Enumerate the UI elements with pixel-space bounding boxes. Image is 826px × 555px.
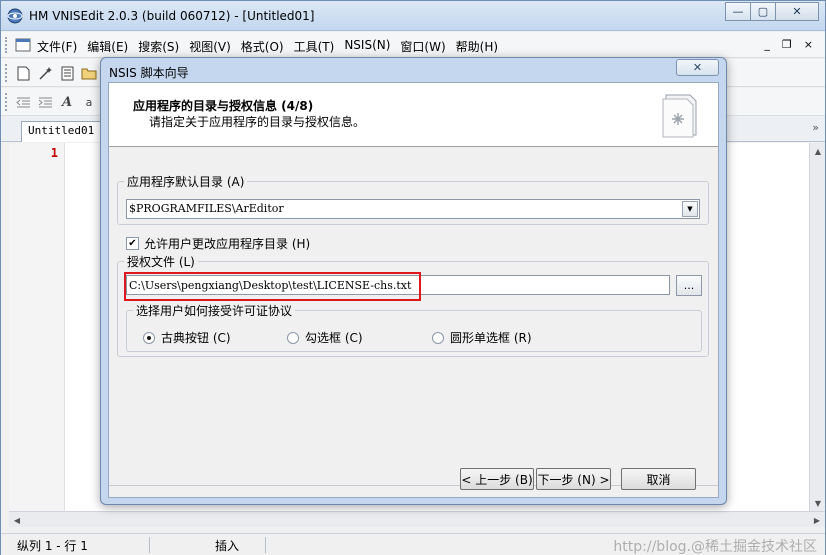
tab-scroll-button[interactable]: » bbox=[812, 121, 819, 134]
toolbar-grip[interactable] bbox=[5, 64, 8, 82]
cursor-position: 纵列 1 - 行 1 bbox=[17, 539, 88, 553]
menu-bar: 文件(F) 编辑(E) 搜索(S) 视图(V) 格式(O) 工具(T) NSIS… bbox=[1, 32, 825, 58]
install-dir-label: 应用程序默认目录 (A) bbox=[124, 173, 248, 190]
scroll-right-arrow-icon[interactable]: ▶ bbox=[809, 512, 825, 528]
watermark: http://blog.@稀土掘金技术社区 bbox=[613, 539, 817, 555]
radio-checkbox-label: 勾选框 (C) bbox=[305, 331, 363, 345]
menu-view[interactable]: 视图(V) bbox=[189, 38, 231, 55]
format-toolbar-icons: A a bbox=[15, 94, 97, 110]
horizontal-scrollbar[interactable]: ◀ ▶ bbox=[9, 511, 825, 527]
scroll-down-arrow-icon[interactable]: ▼ bbox=[810, 495, 826, 511]
back-button[interactable]: < 上一步 (B) bbox=[460, 468, 534, 490]
menu-edit[interactable]: 编辑(E) bbox=[87, 38, 128, 55]
vertical-scrollbar[interactable]: ▲ ▼ bbox=[809, 143, 825, 511]
scroll-up-arrow-icon[interactable]: ▲ bbox=[810, 143, 826, 159]
open-template-icon[interactable] bbox=[59, 65, 75, 81]
line-number: 1 bbox=[50, 146, 58, 160]
radio-classic-button-option[interactable]: 古典按钮 (C) bbox=[143, 329, 231, 346]
scroll-left-arrow-icon[interactable]: ◀ bbox=[9, 512, 25, 528]
new-file-icon[interactable] bbox=[15, 65, 31, 81]
browse-license-button[interactable]: ... bbox=[676, 275, 702, 296]
menu-file[interactable]: 文件(F) bbox=[37, 38, 77, 55]
app-icon bbox=[7, 8, 23, 24]
mdi-controls: _ ❐ × bbox=[764, 38, 813, 51]
cancel-button[interactable]: 取消 bbox=[621, 468, 696, 490]
chevron-down-icon[interactable]: ▼ bbox=[682, 201, 698, 217]
window-controls: — ▢ ✕ bbox=[725, 2, 819, 22]
menu-tools[interactable]: 工具(T) bbox=[294, 38, 335, 55]
status-bar: 纵列 1 - 行 1 插入 http://blog.@稀土掘金技术社区 bbox=[1, 533, 825, 555]
dialog-title: NSIS 脚本向导 bbox=[109, 66, 189, 80]
wizard-header: 应用程序的目录与授权信息 (4/8) 请指定关于应用程序的目录与授权信息。 bbox=[109, 83, 718, 147]
radio-classic-button[interactable] bbox=[143, 331, 155, 344]
font-icon[interactable]: A bbox=[59, 94, 75, 110]
menu-help[interactable]: 帮助(H) bbox=[456, 38, 498, 55]
menu-nsis[interactable]: NSIS(N) bbox=[344, 38, 390, 55]
outdent-icon[interactable] bbox=[15, 94, 31, 110]
open-wizard-icon[interactable] bbox=[37, 65, 53, 81]
close-button[interactable]: ✕ bbox=[775, 2, 819, 21]
radio-radio-button-label: 圆形单选框 (R) bbox=[450, 331, 532, 345]
insert-mode: 插入 bbox=[215, 539, 240, 553]
document-menu-icon[interactable] bbox=[15, 38, 31, 52]
maximize-button[interactable]: ▢ bbox=[750, 2, 776, 21]
toolbar-grip[interactable] bbox=[5, 37, 8, 53]
title-bar: HM VNISEdit 2.0.3 (build 060712) - [Unti… bbox=[1, 1, 825, 31]
license-file-label: 授权文件 (L) bbox=[124, 253, 198, 270]
step-title: 应用程序的目录与授权信息 (4/8) bbox=[133, 99, 314, 113]
open-folder-icon[interactable] bbox=[81, 65, 97, 81]
license-accept-group: 选择用户如何接受许可证协议 古典按钮 (C) 勾选框 (C) 圆形单选框 (R) bbox=[126, 302, 702, 352]
install-dir-combo[interactable]: $PROGRAMFILES\ArEditor ▼ bbox=[126, 199, 700, 219]
standard-toolbar-icons bbox=[15, 65, 97, 81]
next-button[interactable]: 下一步 (N) > bbox=[536, 468, 611, 490]
wizard-document-icon bbox=[662, 94, 697, 138]
menu-window[interactable]: 窗口(W) bbox=[400, 38, 445, 55]
radio-checkbox-option[interactable]: 勾选框 (C) bbox=[287, 329, 363, 346]
step-subtitle: 请指定关于应用程序的目录与授权信息。 bbox=[149, 115, 366, 129]
line-number-gutter: 1 bbox=[9, 143, 65, 511]
dialog-body: 应用程序的目录与授权信息 (4/8) 请指定关于应用程序的目录与授权信息。 应用… bbox=[108, 82, 719, 498]
dialog-close-button[interactable]: ✕ bbox=[676, 59, 719, 76]
tab-untitled01[interactable]: Untitled01 bbox=[21, 121, 102, 142]
radio-radio-button-option[interactable]: 圆形单选框 (R) bbox=[432, 329, 532, 346]
window-title: HM VNISEdit 2.0.3 (build 060712) - [Unti… bbox=[29, 9, 315, 23]
mdi-restore-button[interactable]: ❐ bbox=[782, 38, 792, 51]
install-dir-value: $PROGRAMFILES\ArEditor bbox=[129, 202, 284, 215]
install-dir-group: 应用程序默认目录 (A) $PROGRAMFILES\ArEditor ▼ bbox=[117, 173, 709, 225]
mdi-close-button[interactable]: × bbox=[804, 38, 813, 51]
status-separator bbox=[265, 537, 266, 553]
font-size-icon[interactable]: a bbox=[81, 94, 97, 110]
menu-items: 文件(F) 编辑(E) 搜索(S) 视图(V) 格式(O) 工具(T) NSIS… bbox=[37, 38, 508, 55]
allow-change-dir-checkbox[interactable]: ✔ bbox=[126, 237, 139, 250]
license-accept-label: 选择用户如何接受许可证协议 bbox=[133, 302, 296, 319]
radio-classic-button-label: 古典按钮 (C) bbox=[161, 331, 231, 345]
mdi-minimize-button[interactable]: _ bbox=[764, 38, 770, 51]
minimize-button[interactable]: — bbox=[725, 2, 751, 21]
toolbar-grip[interactable] bbox=[5, 93, 8, 111]
license-highlight-box bbox=[124, 272, 421, 301]
status-separator bbox=[149, 537, 150, 553]
indent-icon[interactable] bbox=[37, 94, 53, 110]
radio-radio-button[interactable] bbox=[432, 331, 444, 344]
nsis-script-wizard-dialog: NSIS 脚本向导 ✕ 应用程序的目录与授权信息 (4/8) 请指定关于应用程序… bbox=[100, 57, 727, 505]
allow-change-dir-checkbox-row[interactable]: ✔ 允许用户更改应用程序目录 (H) bbox=[126, 235, 310, 252]
menu-format[interactable]: 格式(O) bbox=[241, 38, 284, 55]
radio-checkbox[interactable] bbox=[287, 331, 299, 344]
menu-search[interactable]: 搜索(S) bbox=[138, 38, 179, 55]
allow-change-dir-label: 允许用户更改应用程序目录 (H) bbox=[144, 237, 311, 251]
